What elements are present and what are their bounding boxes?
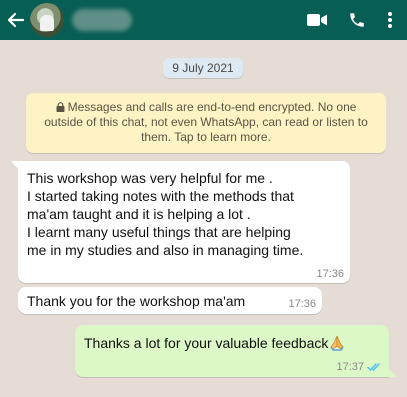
phone-icon xyxy=(350,13,364,27)
contact-name-blurred[interactable] xyxy=(72,9,132,31)
chat-header xyxy=(0,0,407,40)
folded-hands-emoji xyxy=(330,335,345,351)
lock-icon xyxy=(56,102,65,112)
double-check-read-icon xyxy=(367,363,380,372)
message-line: me in my studies and also in managing ti… xyxy=(27,242,304,258)
voice-call-button[interactable] xyxy=(337,0,377,40)
message-time: 17:36 xyxy=(316,268,344,280)
message-meta: 17:37 xyxy=(336,361,383,373)
encryption-notice-text: Messages and calls are end-to-end encryp… xyxy=(44,100,368,144)
video-camera-icon xyxy=(307,14,327,26)
message-text: Thanks a lot for your valuable feedback xyxy=(84,335,329,351)
message-line: I learnt many useful things that are hel… xyxy=(27,224,291,240)
message-text: This workshop was very helpful for me . … xyxy=(27,169,347,259)
more-options-button[interactable] xyxy=(377,0,403,40)
arrow-left-icon xyxy=(7,12,25,28)
message-time: 17:37 xyxy=(336,361,364,373)
video-call-button[interactable] xyxy=(297,0,337,40)
message-incoming[interactable]: Thank you for the workshop ma'am 17:36 xyxy=(18,287,322,314)
message-line: I started taking notes with the methods … xyxy=(27,188,294,204)
date-chip: 9 July 2021 xyxy=(163,58,243,78)
more-vertical-icon xyxy=(388,12,392,28)
message-time: 17:36 xyxy=(288,298,316,310)
contact-avatar[interactable] xyxy=(30,3,64,37)
message-line: This workshop was very helpful for me . xyxy=(27,170,273,186)
message-outgoing[interactable]: Thanks a lot for your valuable feedback … xyxy=(75,325,396,377)
message-incoming[interactable]: This workshop was very helpful for me . … xyxy=(11,161,350,283)
bubble-tail xyxy=(11,161,19,170)
message-text: Thank you for the workshop ma'am xyxy=(27,293,246,309)
message-text-wrap: Thanks a lot for your valuable feedback xyxy=(84,334,345,352)
bubble-tail xyxy=(388,368,396,377)
back-button[interactable] xyxy=(2,0,30,40)
encryption-notice[interactable]: Messages and calls are end-to-end encryp… xyxy=(26,93,386,153)
header-actions xyxy=(297,0,407,40)
message-line: ma'am taught and it is helping a lot . xyxy=(27,206,251,222)
